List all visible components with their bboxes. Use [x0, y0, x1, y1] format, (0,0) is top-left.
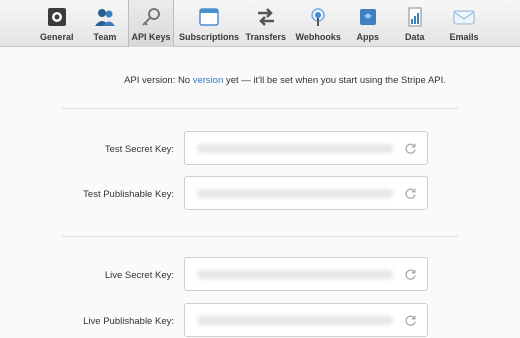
apps-icon [360, 9, 376, 25]
api-version-text: API version: No version yet — it'll be s… [0, 75, 520, 86]
api-version-suffix: yet — it'll be set when you start using … [223, 75, 446, 86]
tab-webhooks[interactable]: Webhooks [292, 0, 344, 46]
subscriptions-icon [199, 8, 219, 26]
refresh-icon[interactable] [404, 314, 417, 327]
tab-apps[interactable]: Apps [350, 0, 386, 46]
masked-key-value [197, 316, 393, 325]
tab-label: Subscriptions [179, 32, 240, 42]
version-link[interactable]: version [193, 75, 224, 86]
tab-general[interactable]: General [28, 0, 86, 46]
test-secret-key-field[interactable] [184, 131, 428, 165]
webhooks-icon [311, 8, 325, 26]
test-publishable-key-field[interactable] [184, 176, 428, 210]
tab-label: API Keys [131, 32, 171, 42]
tab-data[interactable]: Data [398, 0, 432, 46]
tab-api-keys[interactable]: API Keys [128, 0, 174, 47]
masked-key-value [197, 270, 393, 279]
tab-label: Apps [356, 32, 380, 42]
api-version-prefix: API version: No [124, 75, 193, 86]
tab-subscriptions[interactable]: Subscriptions [176, 0, 242, 46]
test-publishable-key-label: Test Publishable Key: [83, 189, 174, 200]
settings-tab-bar: General Team API Keys Subscriptions Tran… [0, 0, 520, 47]
refresh-icon[interactable] [404, 268, 417, 281]
masked-key-value [197, 144, 393, 153]
test-secret-key-label: Test Secret Key: [104, 144, 174, 155]
refresh-icon[interactable] [404, 187, 417, 200]
tab-transfers[interactable]: Transfers [242, 0, 290, 46]
divider [62, 236, 458, 237]
tab-label: General [40, 32, 74, 42]
team-icon [95, 9, 115, 26]
live-secret-key-label: Live Secret Key: [104, 270, 174, 281]
divider [62, 108, 458, 109]
general-icon [48, 8, 66, 26]
key-icon [142, 8, 160, 26]
live-secret-key-field[interactable] [184, 257, 428, 291]
tab-label: Transfers [245, 32, 287, 42]
data-icon [408, 7, 422, 27]
tab-emails[interactable]: Emails [444, 0, 484, 46]
refresh-icon[interactable] [404, 142, 417, 155]
tab-label: Team [93, 32, 117, 42]
tab-team[interactable]: Team [86, 0, 124, 46]
emails-icon [453, 10, 475, 25]
tab-label: Data [405, 32, 425, 42]
transfers-icon [258, 8, 274, 26]
tab-label: Emails [449, 32, 479, 42]
tab-label: Webhooks [295, 32, 341, 42]
live-publishable-key-field[interactable] [184, 303, 428, 337]
live-publishable-key-label: Live Publishable Key: [83, 316, 174, 327]
masked-key-value [197, 189, 393, 198]
